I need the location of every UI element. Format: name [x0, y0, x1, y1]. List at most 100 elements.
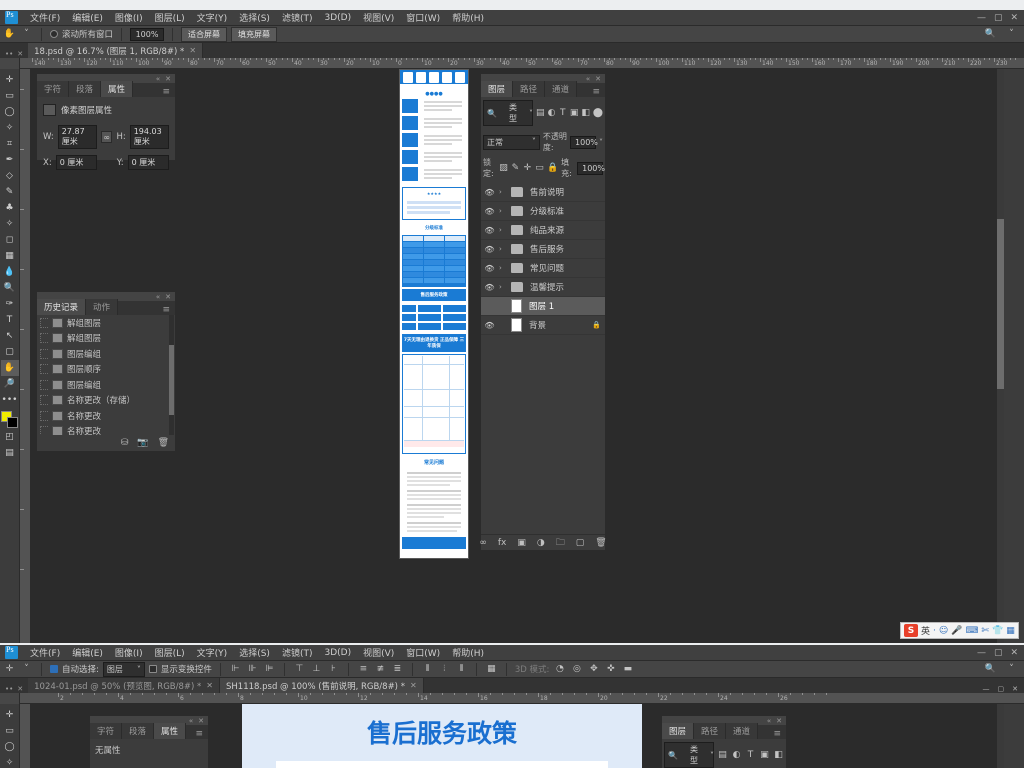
- minimize-button[interactable]: —: [977, 648, 986, 658]
- layer-thumbnail[interactable]: [511, 299, 522, 313]
- panel-close-icon[interactable]: ✕: [198, 717, 204, 725]
- apps-icon[interactable]: ▦: [1006, 626, 1015, 636]
- smart-object-filter-icon[interactable]: ◧: [581, 107, 590, 120]
- dodge-tool-icon[interactable]: 🔍: [1, 280, 19, 296]
- y-input[interactable]: 0 厘米: [127, 155, 169, 170]
- chevron-down-icon[interactable]: ˅: [599, 138, 603, 147]
- marquee-tool-icon[interactable]: ▭: [1, 88, 19, 104]
- history-item[interactable]: 名称更改（存储）: [37, 393, 175, 409]
- layer-name[interactable]: 售后服务: [530, 243, 564, 255]
- skin-icon[interactable]: 👕: [992, 626, 1003, 636]
- emoji-icon[interactable]: ☺: [939, 626, 948, 636]
- tab-actions[interactable]: 动作: [86, 299, 119, 315]
- shape-filter-icon[interactable]: ▣: [570, 107, 579, 120]
- marquee-tool-icon[interactable]: ▭: [1, 723, 19, 739]
- adjustment-layer-icon[interactable]: ◑: [537, 538, 545, 548]
- history-snapshot-toggle[interactable]: [40, 379, 48, 390]
- document-tab-1024-01psd[interactable]: 1024-01.psd @ 50% (预览图, RGB/8#) * ✕: [28, 678, 220, 693]
- layer-list[interactable]: 👁 › 售前说明 👁 › 分级标准 👁 › 纯品来源 👁 › 售后服务 👁 › 常见问题 👁 › 温馨提示 图层 1…: [481, 183, 605, 335]
- history-item[interactable]: 图层顺序: [37, 362, 175, 378]
- layer-thumbnail[interactable]: [511, 318, 522, 332]
- pixel-filter-icon[interactable]: ▤: [717, 749, 728, 762]
- panel-close-icon[interactable]: ✕: [595, 75, 601, 83]
- history-list[interactable]: 解组图层解组图层图层编组图层顺序图层编组名称更改（存储）名称更改名称更改名称更改…: [37, 315, 175, 435]
- delete-layer-icon[interactable]: 🗑: [595, 538, 606, 548]
- scroll-all-windows-checkbox[interactable]: [50, 30, 58, 38]
- blend-mode-select[interactable]: 正常 ˅: [483, 134, 540, 150]
- bottom-document-canvas[interactable]: 售后服务政策: [242, 704, 642, 768]
- layer-row[interactable]: 👁 › 售前说明: [481, 183, 605, 202]
- auto-select-scope-select[interactable]: 图层 ˅: [102, 661, 145, 677]
- align-bottom-icon[interactable]: ⊦: [327, 663, 340, 676]
- tab-paragraph[interactable]: 段落: [122, 723, 155, 739]
- keyboard-icon[interactable]: ⌨: [966, 626, 979, 636]
- fill-screen-button[interactable]: 填充屏幕: [231, 26, 278, 42]
- layer-name[interactable]: 常见问题: [530, 262, 564, 274]
- distribute-center-v-icon[interactable]: ≢: [374, 663, 387, 676]
- type-filter-icon[interactable]: T: [745, 749, 756, 762]
- gradient-tool-icon[interactable]: ▦: [1, 248, 19, 264]
- distribute-bottom-icon[interactable]: ≣: [391, 663, 404, 676]
- type-tool-icon[interactable]: T: [1, 312, 19, 328]
- tab-group-close-icon[interactable]: ✕: [17, 685, 23, 693]
- move-tool-icon[interactable]: ✛: [1, 707, 19, 723]
- tab-properties[interactable]: 属性: [154, 723, 187, 739]
- history-snapshot-toggle[interactable]: [40, 364, 48, 375]
- chevron-right-icon[interactable]: ›: [499, 226, 507, 234]
- layer-name[interactable]: 温馨提示: [530, 281, 564, 293]
- canvas-area-bottom[interactable]: 售后服务政策 « ✕ 字符 段落 属性 ≡ 无属性 « ✕ 图层 路径 通道 ≡…: [31, 704, 1004, 768]
- menu-file[interactable]: 文件(F): [24, 646, 66, 659]
- menu-image[interactable]: 图像(I): [109, 11, 149, 24]
- pen-tool-icon[interactable]: ✑: [1, 296, 19, 312]
- distribute-top-icon[interactable]: ≡: [357, 663, 370, 676]
- layer-row[interactable]: 👁 背景 🔒: [481, 316, 605, 335]
- vertical-ruler-top[interactable]: [20, 69, 31, 643]
- width-input[interactable]: 27.87 厘米: [57, 125, 98, 149]
- adjustment-filter-icon[interactable]: ◐: [731, 749, 742, 762]
- tab-channels[interactable]: 通道: [726, 723, 759, 739]
- tab-paths[interactable]: 路径: [513, 81, 546, 97]
- menu-help[interactable]: 帮助(H): [446, 646, 490, 659]
- layer-row[interactable]: 👁 › 售后服务: [481, 240, 605, 259]
- panel-close-icon[interactable]: ✕: [165, 75, 171, 83]
- quick-selection-tool-icon[interactable]: ✧: [1, 755, 19, 768]
- create-snapshot-icon[interactable]: 📷: [137, 438, 148, 448]
- background-color-swatch[interactable]: [6, 417, 18, 428]
- more-tools-icon[interactable]: •••: [1, 392, 19, 408]
- menu-layer[interactable]: 图层(L): [149, 646, 191, 659]
- search-icon[interactable]: 🔍: [984, 663, 997, 676]
- tab-minimize-button[interactable]: —: [983, 685, 990, 693]
- search-icon[interactable]: 🔍: [984, 28, 997, 41]
- document-tab-close-icon[interactable]: ✕: [410, 681, 417, 690]
- history-item[interactable]: 名称更改: [37, 424, 175, 435]
- horizontal-ruler-bottom[interactable]: 2 4 6 8 10 12 14 16 18 20 22 24 26: [20, 693, 1024, 704]
- history-snapshot-toggle[interactable]: [40, 348, 48, 359]
- layer-visibility-icon[interactable]: 👁: [484, 188, 495, 197]
- history-scrollbar[interactable]: [169, 315, 174, 435]
- lock-all-icon[interactable]: 🔒: [547, 162, 558, 175]
- document-tab-18psd[interactable]: 18.psd @ 16.7% (图层 1, RGB/8#) * ✕: [28, 43, 204, 58]
- rotate-3d-icon[interactable]: ◔: [553, 663, 566, 676]
- panel-collapse-icon[interactable]: «: [586, 75, 590, 83]
- panel-collapse-icon[interactable]: «: [189, 717, 193, 725]
- fill-value[interactable]: 100%: [577, 161, 605, 175]
- quick-selection-tool-icon[interactable]: ✧: [1, 120, 19, 136]
- lock-position-icon[interactable]: ✛: [523, 162, 532, 175]
- history-item[interactable]: 名称更改: [37, 408, 175, 424]
- tab-group-collapse-icon[interactable]: ••: [5, 685, 13, 693]
- clone-stamp-tool-icon[interactable]: ♣: [1, 200, 19, 216]
- zoom-tool-icon[interactable]: 🔎: [1, 376, 19, 392]
- panel-close-icon[interactable]: ✕: [165, 293, 171, 301]
- layer-visibility-icon[interactable]: 👁: [484, 283, 495, 292]
- new-layer-icon[interactable]: ▢: [576, 538, 585, 548]
- link-dimensions-icon[interactable]: ∞: [101, 131, 113, 143]
- brush-tool-icon[interactable]: ✎: [1, 184, 19, 200]
- tab-paragraph[interactable]: 段落: [69, 81, 102, 97]
- menu-help[interactable]: 帮助(H): [446, 11, 490, 24]
- move-tool-icon[interactable]: ✛: [3, 663, 16, 676]
- distribute-center-h-icon[interactable]: ⦙: [438, 663, 451, 676]
- shape-filter-icon[interactable]: ▣: [759, 749, 770, 762]
- layer-row[interactable]: 👁 › 温馨提示: [481, 278, 605, 297]
- history-snapshot-toggle[interactable]: [40, 395, 48, 406]
- layer-visibility-icon[interactable]: 👁: [484, 226, 495, 235]
